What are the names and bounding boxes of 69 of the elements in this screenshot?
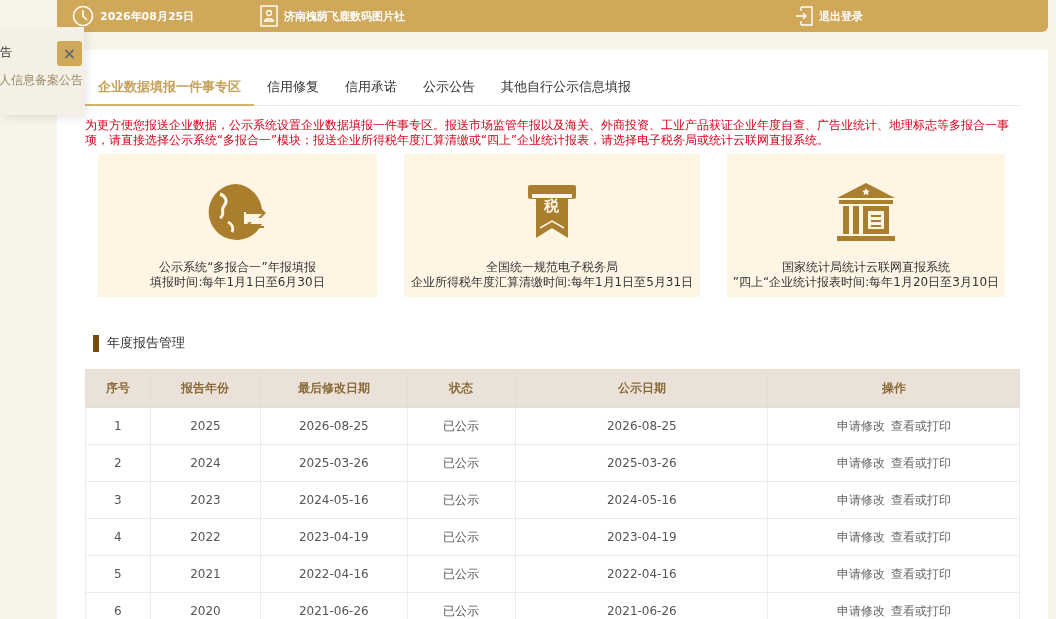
table-cell: 2023 (150, 481, 261, 519)
table-cell: 已公示 (407, 407, 516, 445)
table-cell: 2023-04-19 (515, 518, 768, 556)
table-cell: 2025-03-26 (515, 444, 768, 482)
action-link[interactable]: 查看或打印 (890, 603, 951, 618)
id-badge-icon (260, 5, 279, 27)
column-header: 公示日期 (515, 369, 768, 408)
action-link[interactable]: 查看或打印 (890, 418, 951, 433)
column-header: 序号 (85, 369, 151, 408)
card-title: 全国统一规范电子税务局 (485, 260, 619, 275)
tab[interactable]: 其他自行公示信息填报 (488, 68, 644, 106)
clock-icon (72, 5, 94, 27)
column-header: 状态 (407, 369, 516, 408)
notice-text: 为更方便您报送企业数据，公示系统设置企业数据填报一件事专区。报送市场监管年报以及海关、外商投资、工业产品获证企业年度自查、广告业统计、地理标志等多报合一事项，请直接选择公示系统“多报合一”模块；报送企业所得税年度汇算清缴或“四上”企业统计报表，请选择电子税务局或统计云联网直报系统。 (85, 118, 1010, 148)
table-cell: 2021 (150, 555, 261, 593)
section-title: 年度报告管理 (107, 334, 185, 352)
table-cell: 2026-08-25 (260, 407, 408, 445)
table-cell: 2022-04-16 (515, 555, 768, 593)
table-cell: 2024 (150, 444, 261, 482)
action-link[interactable]: 申请修改 (836, 492, 885, 507)
action-link[interactable]: 查看或打印 (890, 566, 951, 581)
column-header: 操作 (767, 369, 1020, 408)
service-card[interactable]: 税 全国统一规范电子税务局 企业所得税年度汇算清缴时间:每年1月1日至5月31日 (404, 154, 700, 297)
tax-banner-icon (527, 184, 577, 240)
table-cell: 2025 (150, 407, 261, 445)
column-header: 最后修改日期 (260, 369, 408, 408)
action-link[interactable]: 申请修改 (836, 418, 885, 433)
action-link[interactable]: 查看或打印 (890, 529, 951, 544)
card-subtitle: ”四上“企业统计报表时间:每年1月20日至3月10日 (732, 275, 1000, 290)
card-title: 国家统计局统计云联网直报系统 (781, 260, 951, 275)
tab[interactable]: 信用承诺 (332, 68, 410, 106)
tab[interactable]: 公示公告 (410, 68, 488, 106)
company-name: 济南槐荫飞鹿数码图片社 (284, 8, 406, 24)
table-cell: 2024-05-16 (260, 481, 408, 519)
service-card[interactable]: 公示系统“多报合一”年报填报 填报时间:每年1月1日至6月30日 (98, 154, 377, 297)
table-cell: 6 (85, 592, 151, 619)
tax-label: 税 (544, 198, 559, 214)
date-text: 2026年08月25日 (100, 8, 195, 24)
table-cell: 已公示 (407, 518, 516, 556)
table-cell: 2022 (150, 518, 261, 556)
card-subtitle: 企业所得税年度汇算清缴时间:每年1月1日至5月31日 (410, 275, 694, 290)
building-icon (835, 182, 897, 242)
table-cell: 3 (85, 481, 151, 519)
table-cell: 2024-05-16 (515, 481, 768, 519)
table-cell: 2022-04-16 (260, 555, 408, 593)
card-subtitle: 填报时间:每年1月1日至6月30日 (150, 275, 325, 290)
action-link[interactable]: 申请修改 (836, 529, 885, 544)
service-card[interactable]: 国家统计局统计云联网直报系统 ”四上“企业统计报表时间:每年1月20日至3月10日 (727, 154, 1005, 297)
action-link[interactable]: 申请修改 (836, 455, 885, 470)
table-cell: 已公示 (407, 555, 516, 593)
notice-title: 告 (0, 44, 12, 61)
logout-icon (795, 6, 813, 26)
table-cell: 已公示 (407, 481, 516, 519)
table-cell: 1 (85, 407, 151, 445)
table-cell: 2026-08-25 (515, 407, 768, 445)
action-link[interactable]: 查看或打印 (890, 492, 951, 507)
action-link[interactable]: 申请修改 (836, 603, 885, 618)
table-cell: 2 (85, 444, 151, 482)
action-link[interactable]: 申请修改 (836, 566, 885, 581)
tab[interactable]: 信用修复 (254, 68, 332, 106)
table-cell: 4 (85, 518, 151, 556)
table-cell: 2023-04-19 (260, 518, 408, 556)
table-cell: 2025-03-26 (260, 444, 408, 482)
card-title: 公示系统“多报合一”年报填报 (158, 260, 317, 275)
action-link[interactable]: 查看或打印 (890, 455, 951, 470)
section-marker (93, 334, 99, 352)
table-cell: 已公示 (407, 444, 516, 482)
table-cell: 5 (85, 555, 151, 593)
column-header: 报告年份 (150, 369, 261, 408)
